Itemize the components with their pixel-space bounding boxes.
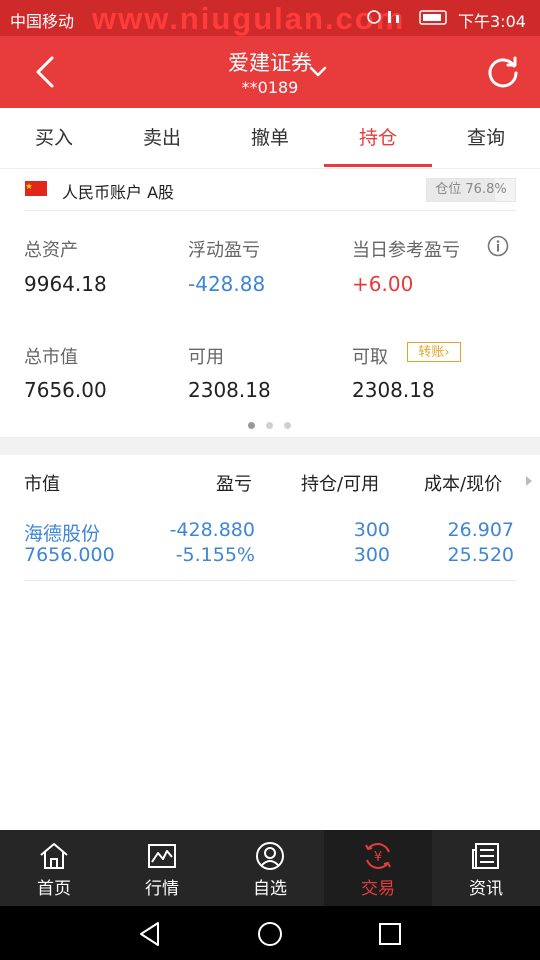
col-header-cost-price: 成本/现价 bbox=[424, 474, 503, 495]
watermark: www.niugulan.com bbox=[92, 1, 406, 36]
col-header-market-value: 市值 bbox=[24, 474, 60, 495]
system-status-icons bbox=[366, 7, 452, 31]
system-recents-icon[interactable] bbox=[377, 921, 403, 947]
status-bar: 中国移动 www.niugulan.com 下午3:04 bbox=[0, 0, 540, 36]
total-assets-label: 总资产 bbox=[24, 240, 78, 261]
nav-trade[interactable]: ¥ 交易 bbox=[324, 830, 432, 906]
table-row[interactable]: 海德股份 7656.000 -428.880 -5.155% 300 300 2… bbox=[0, 515, 540, 579]
nav-market-label: 行情 bbox=[145, 879, 179, 899]
tab-cancel[interactable]: 撤单 bbox=[216, 108, 324, 168]
nav-home[interactable]: 首页 bbox=[0, 830, 108, 906]
section-separator bbox=[0, 437, 540, 455]
available-value: 2308.18 bbox=[188, 378, 271, 402]
bottom-nav: 首页 行情 自选 ¥ 交易 资讯 bbox=[0, 830, 540, 906]
refresh-icon[interactable] bbox=[484, 54, 522, 92]
daily-pl-value: +6.00 bbox=[352, 272, 414, 296]
position-ratio-badge: 仓位 76.8% bbox=[426, 178, 516, 202]
broker-selector[interactable]: 爱建证券 bbox=[0, 47, 540, 77]
info-icon[interactable] bbox=[487, 235, 509, 257]
stock-pl: -428.880 bbox=[169, 519, 255, 541]
china-flag-icon bbox=[25, 181, 47, 196]
tab-buy[interactable]: 买入 bbox=[0, 108, 108, 168]
pager-dot[interactable] bbox=[248, 422, 255, 429]
divider bbox=[24, 580, 516, 581]
scroll-right-icon[interactable] bbox=[524, 474, 534, 488]
stock-market-value: 7656.000 bbox=[24, 544, 115, 566]
account-type-label: 人民币账户 A股 bbox=[62, 183, 175, 202]
system-nav-bar bbox=[0, 906, 540, 960]
stock-cost: 26.907 bbox=[447, 519, 514, 541]
tab-positions[interactable]: 持仓 bbox=[324, 108, 432, 168]
col-header-pl: 盈亏 bbox=[216, 474, 252, 495]
nav-watchlist-label: 自选 bbox=[253, 879, 287, 899]
system-home-icon[interactable] bbox=[256, 920, 284, 948]
pager-dot[interactable] bbox=[284, 422, 291, 429]
market-value-value: 7656.00 bbox=[24, 378, 107, 402]
total-assets-value: 9964.18 bbox=[24, 272, 107, 296]
pager-dot[interactable] bbox=[266, 422, 273, 429]
clock: 下午3:04 bbox=[458, 12, 526, 31]
col-header-position: 持仓/可用 bbox=[301, 474, 380, 495]
stock-price: 25.520 bbox=[447, 544, 514, 566]
transfer-button[interactable]: 转账› bbox=[407, 342, 461, 362]
withdrawable-label: 可取 bbox=[352, 347, 388, 368]
floating-pl-label: 浮动盈亏 bbox=[188, 240, 260, 261]
account-number: **0189 bbox=[241, 78, 299, 97]
withdrawable-value: 2308.18 bbox=[352, 378, 435, 402]
svg-text:¥: ¥ bbox=[374, 850, 382, 865]
home-icon bbox=[40, 843, 68, 869]
nav-home-label: 首页 bbox=[37, 879, 71, 899]
floating-pl-value: -428.88 bbox=[188, 272, 266, 296]
active-tab-indicator bbox=[324, 164, 432, 167]
position-ratio-text: 仓位 76.8% bbox=[435, 182, 507, 197]
chevron-right-icon: › bbox=[444, 345, 450, 360]
nav-news[interactable]: 资讯 bbox=[432, 830, 540, 906]
carrier-name: 中国移动 bbox=[10, 12, 75, 31]
page-title: 爱建证券 bbox=[228, 51, 312, 75]
nav-watchlist[interactable]: 自选 bbox=[216, 830, 324, 906]
stock-pl-pct: -5.155% bbox=[175, 544, 255, 566]
daily-pl-label: 当日参考盈亏 bbox=[352, 240, 460, 261]
nav-trade-label: 交易 bbox=[361, 879, 395, 899]
stock-available: 300 bbox=[353, 544, 390, 566]
stock-name: 海德股份 bbox=[24, 523, 101, 545]
trade-tabs: 买入 卖出 撤单 持仓 查询 bbox=[0, 108, 540, 169]
nav-news-label: 资讯 bbox=[469, 879, 503, 899]
market-value-label: 总市值 bbox=[24, 347, 78, 368]
stock-position: 300 bbox=[353, 519, 390, 541]
app-header: 爱建证券 **0189 bbox=[0, 36, 540, 108]
tab-query[interactable]: 查询 bbox=[432, 108, 540, 168]
nav-market[interactable]: 行情 bbox=[108, 830, 216, 906]
tab-sell[interactable]: 卖出 bbox=[108, 108, 216, 168]
news-icon bbox=[472, 843, 499, 869]
transfer-label: 转账 bbox=[418, 345, 445, 360]
divider bbox=[24, 210, 516, 211]
yuan-exchange-icon: ¥ bbox=[365, 843, 391, 869]
available-label: 可用 bbox=[188, 347, 224, 368]
chart-icon bbox=[148, 844, 176, 868]
system-back-icon[interactable] bbox=[136, 920, 164, 948]
user-icon bbox=[256, 842, 284, 870]
